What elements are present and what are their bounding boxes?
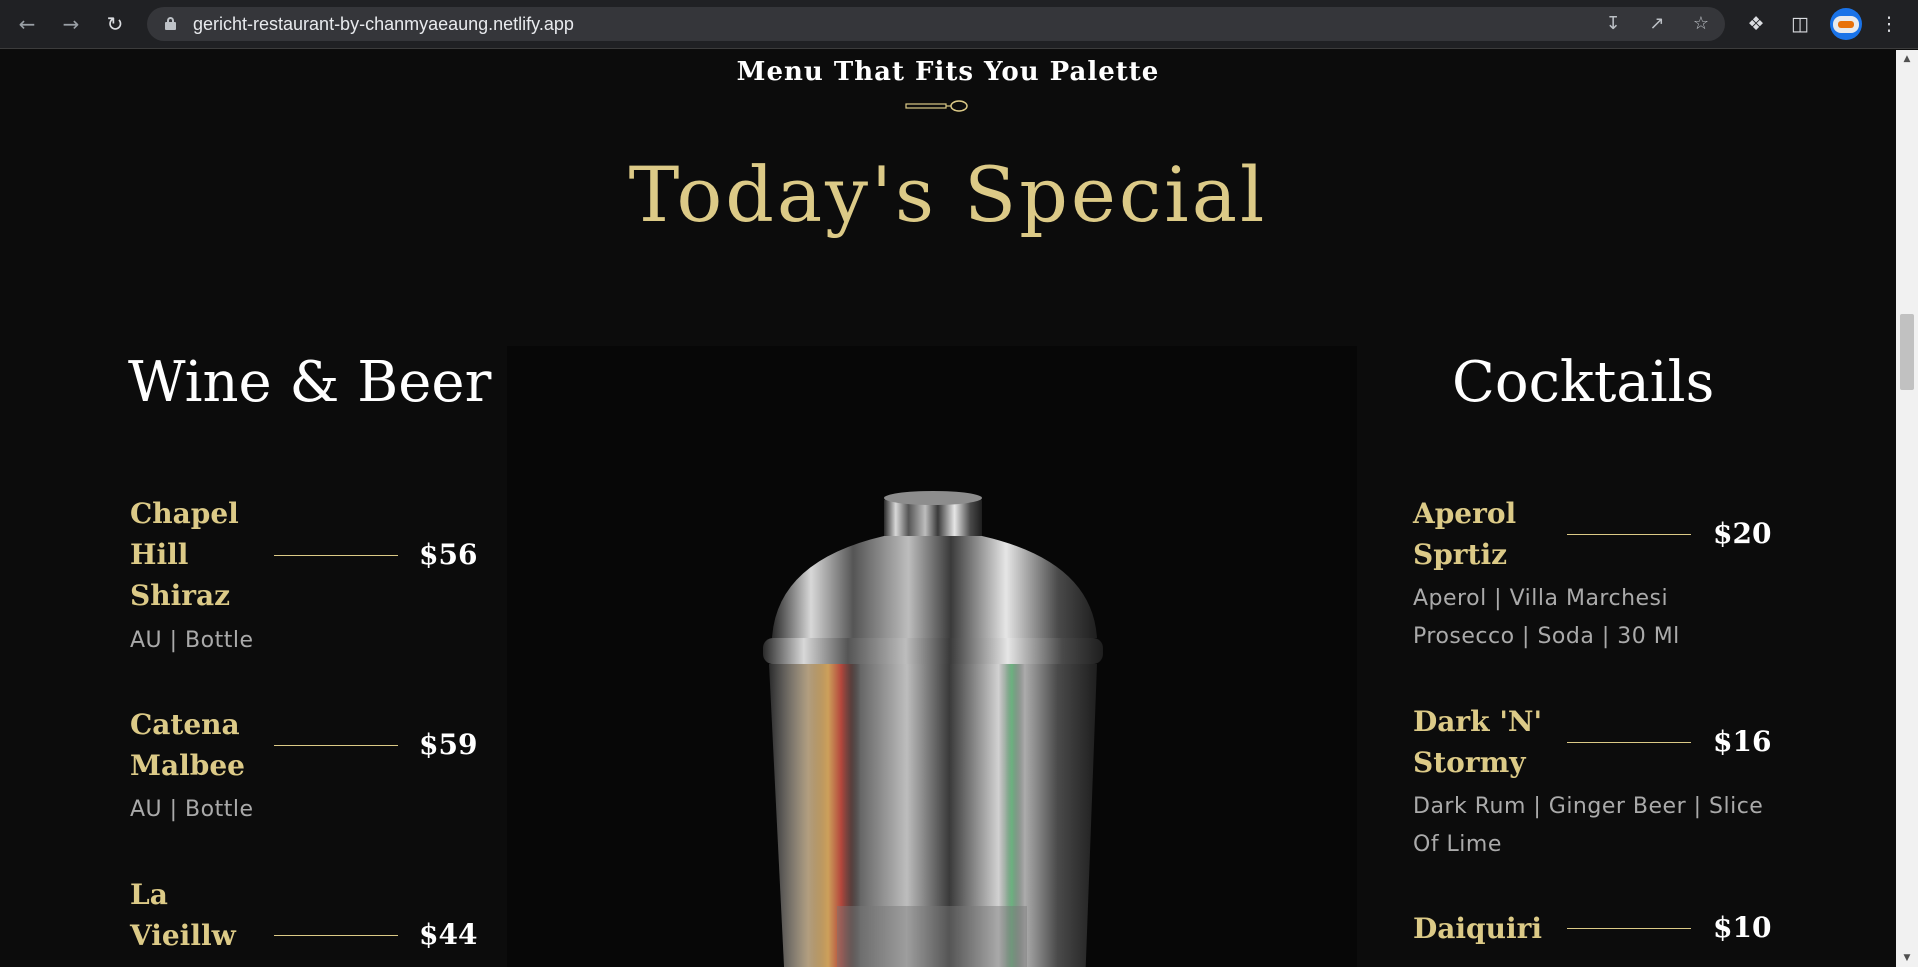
item-price: $59 — [419, 728, 478, 761]
item-tags: Aperol | Villa Marchesi Prosecco | Soda … — [1413, 586, 1680, 649]
lock-icon[interactable] — [165, 17, 176, 30]
browser-toolbar: ← → ↻ gericht-restaurant-by-chanmyaeaung… — [0, 0, 1918, 49]
item-price: $16 — [1713, 725, 1772, 758]
puzzle-icon[interactable]: ❖ — [1743, 11, 1769, 37]
url-text[interactable]: gericht-restaurant-by-chanmyaeaung.netli… — [193, 7, 574, 41]
item-price: $20 — [1713, 517, 1772, 550]
section-subtitle: Menu That Fits You Palette — [736, 57, 1160, 87]
scroll-up-arrow-icon[interactable]: ▲ — [1896, 50, 1918, 68]
scrollbar-thumb[interactable] — [1900, 314, 1914, 390]
page-title: Today's Special — [628, 150, 1268, 239]
item-name: Aperol Sprtiz — [1413, 497, 1517, 571]
address-bar[interactable]: gericht-restaurant-by-chanmyaeaung.netli… — [147, 7, 1725, 41]
item-name: La Vieillw — [130, 878, 236, 952]
dotted-leader-line — [274, 745, 398, 746]
spoon-divider-icon — [905, 100, 968, 112]
star-icon[interactable]: ☆ — [1689, 12, 1713, 36]
item-price: $44 — [419, 918, 478, 951]
dotted-leader-line — [1567, 928, 1691, 929]
share-icon[interactable]: ↗ — [1645, 12, 1669, 36]
side-panel-icon[interactable]: ◫ — [1787, 11, 1813, 37]
back-arrow-icon[interactable]: ← — [14, 11, 40, 37]
item-price: $10 — [1713, 911, 1772, 944]
reload-icon[interactable]: ↻ — [102, 11, 128, 37]
scroll-down-arrow-icon[interactable]: ▼ — [1896, 949, 1918, 967]
forward-arrow-icon[interactable]: → — [58, 11, 84, 37]
page-content: Menu That Fits You Palette Today's Speci… — [0, 50, 1896, 967]
dotted-leader-line — [1567, 534, 1691, 535]
wine-beer-heading: Wine & Beer — [128, 350, 492, 415]
item-price: $56 — [419, 538, 478, 571]
install-app-icon[interactable]: ↧ — [1601, 12, 1625, 36]
cocktails-heading: Cocktails — [1452, 350, 1715, 415]
kebab-menu-icon[interactable]: ⋮ — [1876, 11, 1902, 37]
dotted-leader-line — [274, 935, 398, 936]
avatar[interactable] — [1830, 8, 1862, 40]
dotted-leader-line — [274, 555, 398, 556]
item-tags: Dark Rum | Ginger Beer | Slice Of Lime — [1413, 794, 1764, 857]
vertical-scrollbar[interactable]: ▲ ▼ — [1896, 50, 1918, 967]
item-name: Chapel Hill Shiraz — [130, 497, 239, 612]
item-name: Dark 'N' Stormy — [1413, 705, 1543, 779]
item-tags: AU | Bottle — [130, 628, 254, 653]
dotted-leader-line — [1567, 742, 1691, 743]
item-name: Daiquiri — [1413, 912, 1543, 945]
cocktail-shaker-image — [507, 346, 1357, 967]
item-name: Catena Malbee — [130, 708, 245, 782]
item-tags: AU | Bottle — [130, 797, 254, 822]
